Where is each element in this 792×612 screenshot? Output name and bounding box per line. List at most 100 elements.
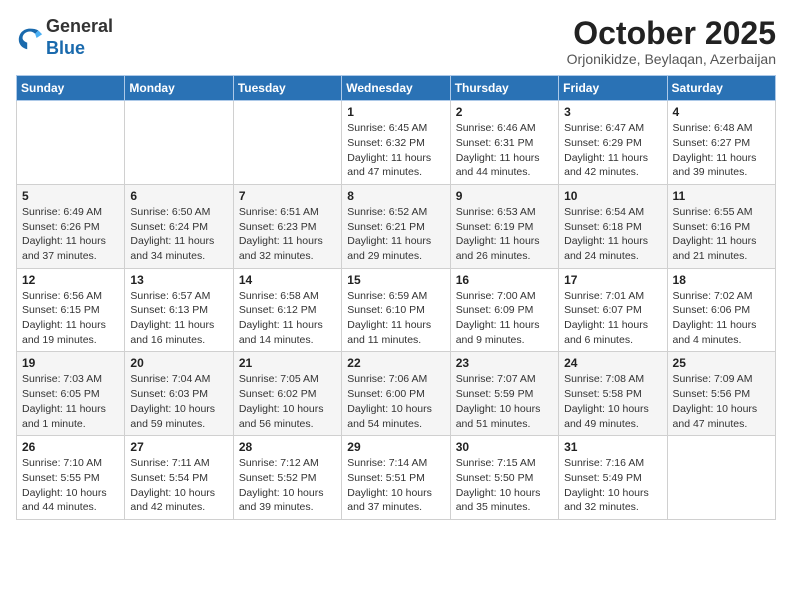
- day-number: 22: [347, 356, 444, 370]
- calendar-cell: 6 Sunrise: 6:50 AM Sunset: 6:24 PM Daylig…: [125, 184, 233, 268]
- day-info: Sunrise: 6:57 AM Sunset: 6:13 PM Dayligh…: [130, 289, 227, 348]
- weekday-header: Thursday: [450, 76, 558, 101]
- day-number: 21: [239, 356, 336, 370]
- day-number: 25: [673, 356, 770, 370]
- day-number: 24: [564, 356, 661, 370]
- calendar-cell: 14 Sunrise: 6:58 AM Sunset: 6:12 PM Dayli…: [233, 268, 341, 352]
- day-info: Sunrise: 6:55 AM Sunset: 6:16 PM Dayligh…: [673, 205, 770, 264]
- calendar-cell: 20 Sunrise: 7:04 AM Sunset: 6:03 PM Dayli…: [125, 352, 233, 436]
- calendar-week-row: 5 Sunrise: 6:49 AM Sunset: 6:26 PM Daylig…: [17, 184, 776, 268]
- day-number: 8: [347, 189, 444, 203]
- day-number: 11: [673, 189, 770, 203]
- day-info: Sunrise: 7:07 AM Sunset: 5:59 PM Dayligh…: [456, 372, 553, 431]
- day-info: Sunrise: 6:54 AM Sunset: 6:18 PM Dayligh…: [564, 205, 661, 264]
- calendar-cell: 27Sunrise: 7:11 AM Sunset: 5:54 PM Dayli…: [125, 436, 233, 520]
- calendar-cell: 15 Sunrise: 6:59 AM Sunset: 6:10 PM Dayli…: [342, 268, 450, 352]
- calendar-cell: 19Sunrise: 7:03 AM Sunset: 6:05 PM Dayli…: [17, 352, 125, 436]
- day-number: 20: [130, 356, 227, 370]
- day-info: Sunrise: 6:58 AM Sunset: 6:12 PM Dayligh…: [239, 289, 336, 348]
- day-number: 6: [130, 189, 227, 203]
- calendar-cell: [233, 101, 341, 185]
- day-number: 4: [673, 105, 770, 119]
- day-info: Sunrise: 7:03 AM Sunset: 6:05 PM Dayligh…: [22, 372, 119, 431]
- day-number: 16: [456, 273, 553, 287]
- weekday-header-row: SundayMondayTuesdayWednesdayThursdayFrid…: [17, 76, 776, 101]
- calendar-table: SundayMondayTuesdayWednesdayThursdayFrid…: [16, 75, 776, 520]
- title-block: October 2025 Orjonikidze, Beylaqan, Azer…: [567, 16, 776, 67]
- weekday-header: Tuesday: [233, 76, 341, 101]
- calendar-cell: 4Sunrise: 6:48 AM Sunset: 6:27 PM Daylig…: [667, 101, 775, 185]
- calendar-cell: [667, 436, 775, 520]
- day-number: 14: [239, 273, 336, 287]
- day-info: Sunrise: 7:14 AM Sunset: 5:51 PM Dayligh…: [347, 456, 444, 515]
- day-number: 3: [564, 105, 661, 119]
- day-info: Sunrise: 7:04 AM Sunset: 6:03 PM Dayligh…: [130, 372, 227, 431]
- calendar-cell: 28 Sunrise: 7:12 AM Sunset: 5:52 PM Dayli…: [233, 436, 341, 520]
- day-info: Sunrise: 7:06 AM Sunset: 6:00 PM Dayligh…: [347, 372, 444, 431]
- calendar-cell: 13 Sunrise: 6:57 AM Sunset: 6:13 PM Dayli…: [125, 268, 233, 352]
- day-number: 2: [456, 105, 553, 119]
- logo: General Blue: [16, 16, 113, 59]
- calendar-cell: 3Sunrise: 6:47 AM Sunset: 6:29 PM Daylig…: [559, 101, 667, 185]
- day-number: 15: [347, 273, 444, 287]
- day-number: 7: [239, 189, 336, 203]
- logo-icon: [16, 24, 44, 52]
- weekday-header: Saturday: [667, 76, 775, 101]
- calendar-cell: 17 Sunrise: 7:01 AM Sunset: 6:07 PM Dayli…: [559, 268, 667, 352]
- day-number: 9: [456, 189, 553, 203]
- day-number: 12: [22, 273, 119, 287]
- day-info: Sunrise: 6:49 AM Sunset: 6:26 PM Dayligh…: [22, 205, 119, 264]
- calendar-cell: 16 Sunrise: 7:00 AM Sunset: 6:09 PM Dayli…: [450, 268, 558, 352]
- day-number: 10: [564, 189, 661, 203]
- weekday-header: Wednesday: [342, 76, 450, 101]
- calendar-cell: 9 Sunrise: 6:53 AM Sunset: 6:19 PM Daylig…: [450, 184, 558, 268]
- day-number: 1: [347, 105, 444, 119]
- day-number: 27: [130, 440, 227, 454]
- calendar-cell: 29 Sunrise: 7:14 AM Sunset: 5:51 PM Dayli…: [342, 436, 450, 520]
- calendar-week-row: 19Sunrise: 7:03 AM Sunset: 6:05 PM Dayli…: [17, 352, 776, 436]
- weekday-header: Monday: [125, 76, 233, 101]
- day-number: 5: [22, 189, 119, 203]
- day-info: Sunrise: 7:10 AM Sunset: 5:55 PM Dayligh…: [22, 456, 119, 515]
- location-subtitle: Orjonikidze, Beylaqan, Azerbaijan: [567, 51, 776, 67]
- day-number: 23: [456, 356, 553, 370]
- day-info: Sunrise: 6:53 AM Sunset: 6:19 PM Dayligh…: [456, 205, 553, 264]
- day-info: Sunrise: 6:59 AM Sunset: 6:10 PM Dayligh…: [347, 289, 444, 348]
- calendar-cell: 2Sunrise: 6:46 AM Sunset: 6:31 PM Daylig…: [450, 101, 558, 185]
- day-info: Sunrise: 7:08 AM Sunset: 5:58 PM Dayligh…: [564, 372, 661, 431]
- month-title: October 2025: [567, 16, 776, 51]
- day-number: 29: [347, 440, 444, 454]
- day-info: Sunrise: 6:51 AM Sunset: 6:23 PM Dayligh…: [239, 205, 336, 264]
- day-info: Sunrise: 6:50 AM Sunset: 6:24 PM Dayligh…: [130, 205, 227, 264]
- calendar-cell: 18Sunrise: 7:02 AM Sunset: 6:06 PM Dayli…: [667, 268, 775, 352]
- day-number: 31: [564, 440, 661, 454]
- logo-text: General Blue: [46, 16, 113, 59]
- day-number: 30: [456, 440, 553, 454]
- day-number: 13: [130, 273, 227, 287]
- page-header: General Blue October 2025 Orjonikidze, B…: [16, 16, 776, 67]
- calendar-cell: 5 Sunrise: 6:49 AM Sunset: 6:26 PM Daylig…: [17, 184, 125, 268]
- calendar-cell: 25Sunrise: 7:09 AM Sunset: 5:56 PM Dayli…: [667, 352, 775, 436]
- day-info: Sunrise: 7:12 AM Sunset: 5:52 PM Dayligh…: [239, 456, 336, 515]
- calendar-cell: [125, 101, 233, 185]
- day-info: Sunrise: 7:16 AM Sunset: 5:49 PM Dayligh…: [564, 456, 661, 515]
- calendar-cell: 23 Sunrise: 7:07 AM Sunset: 5:59 PM Dayli…: [450, 352, 558, 436]
- day-number: 18: [673, 273, 770, 287]
- calendar-cell: 7 Sunrise: 6:51 AM Sunset: 6:23 PM Daylig…: [233, 184, 341, 268]
- day-info: Sunrise: 7:05 AM Sunset: 6:02 PM Dayligh…: [239, 372, 336, 431]
- calendar-cell: 22 Sunrise: 7:06 AM Sunset: 6:00 PM Dayli…: [342, 352, 450, 436]
- day-info: Sunrise: 7:01 AM Sunset: 6:07 PM Dayligh…: [564, 289, 661, 348]
- day-info: Sunrise: 6:45 AM Sunset: 6:32 PM Dayligh…: [347, 121, 444, 180]
- day-info: Sunrise: 7:00 AM Sunset: 6:09 PM Dayligh…: [456, 289, 553, 348]
- calendar-cell: [17, 101, 125, 185]
- calendar-cell: 21 Sunrise: 7:05 AM Sunset: 6:02 PM Dayli…: [233, 352, 341, 436]
- calendar-cell: 11 Sunrise: 6:55 AM Sunset: 6:16 PM Dayli…: [667, 184, 775, 268]
- day-number: 28: [239, 440, 336, 454]
- calendar-cell: 8 Sunrise: 6:52 AM Sunset: 6:21 PM Daylig…: [342, 184, 450, 268]
- weekday-header: Friday: [559, 76, 667, 101]
- calendar-week-row: 1 Sunrise: 6:45 AM Sunset: 6:32 PM Daylig…: [17, 101, 776, 185]
- day-number: 17: [564, 273, 661, 287]
- calendar-cell: 12Sunrise: 6:56 AM Sunset: 6:15 PM Dayli…: [17, 268, 125, 352]
- calendar-cell: 26Sunrise: 7:10 AM Sunset: 5:55 PM Dayli…: [17, 436, 125, 520]
- day-info: Sunrise: 6:52 AM Sunset: 6:21 PM Dayligh…: [347, 205, 444, 264]
